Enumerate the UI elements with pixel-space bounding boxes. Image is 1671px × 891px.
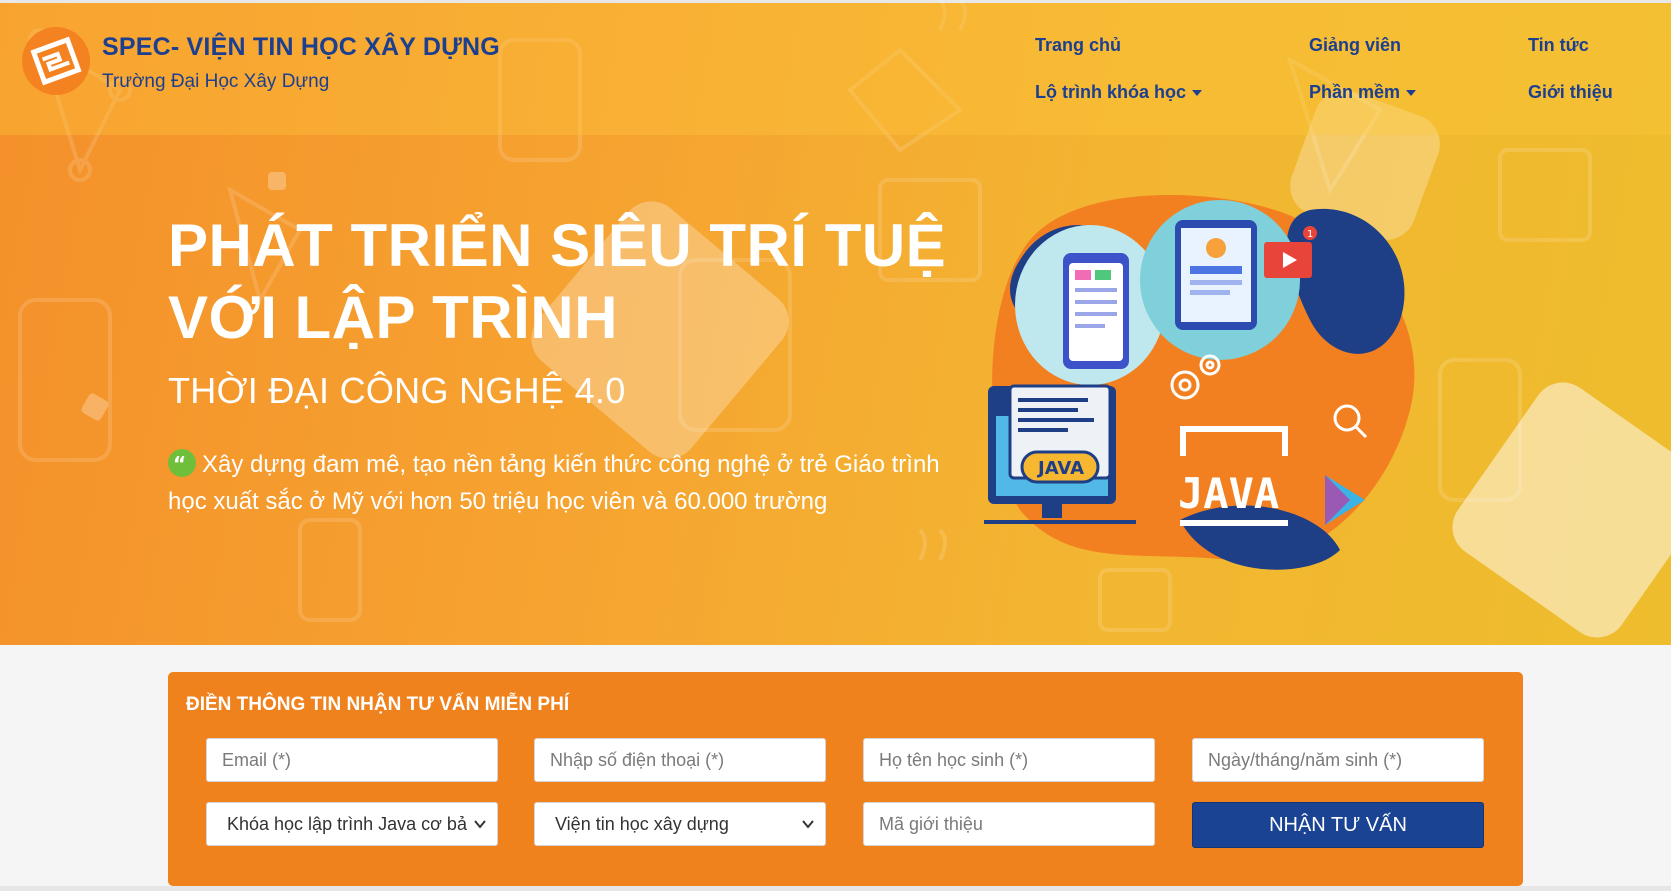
phone-field[interactable] bbox=[534, 738, 826, 782]
decor-shape-5 bbox=[268, 172, 286, 190]
course-select-value: Khóa học lập trình Java cơ bả bbox=[227, 814, 467, 834]
form-title: ĐIỀN THÔNG TIN NHẬN TƯ VẤN MIỄN PHÍ bbox=[186, 694, 570, 715]
birthdate-field[interactable] bbox=[1192, 738, 1484, 782]
coding-illustration: 1 JAVA JAVA bbox=[984, 195, 1415, 570]
nav-software-dropdown[interactable]: Phần mềm bbox=[1309, 82, 1417, 103]
submit-consultation-button[interactable]: NHẬN TƯ VẤN bbox=[1192, 802, 1484, 848]
referral-code-field[interactable] bbox=[863, 802, 1155, 846]
hero-description-text: Xây dựng đam mê, tạo nền tảng kiến thức … bbox=[168, 451, 940, 515]
hero-headline-line1: PHÁT TRIỂN SIÊU TRÍ TUỆ bbox=[168, 212, 947, 279]
nav-roadmap-dropdown[interactable]: Lộ trình khóa học bbox=[1035, 82, 1202, 103]
hero-headline-line2: VỚI LẬP TRÌNH bbox=[168, 284, 618, 351]
nav-home[interactable]: Trang chủ bbox=[1035, 35, 1121, 56]
student-name-field[interactable] bbox=[863, 738, 1155, 782]
hero-banner: SPEC- VIỆN TIN HỌC XÂY DỰNG Trường Đại H… bbox=[0, 0, 1671, 645]
logo-icon[interactable] bbox=[22, 27, 90, 95]
phone-app-icon bbox=[1063, 253, 1129, 369]
nav-teachers[interactable]: Giảng viên bbox=[1309, 35, 1401, 56]
brand-subtitle: Trường Đại Học Xây Dựng bbox=[102, 71, 330, 92]
chevron-down-icon bbox=[1406, 90, 1417, 97]
chevron-down-icon bbox=[801, 803, 815, 845]
svg-text:“: “ bbox=[173, 452, 186, 476]
nav-about[interactable]: Giới thiệu bbox=[1528, 82, 1613, 103]
email-field[interactable] bbox=[206, 738, 498, 782]
hero-headline: PHÁT TRIỂN SIÊU TRÍ TUỆ VỚI LẬP TRÌNH bbox=[168, 210, 946, 354]
illustration-java-label-2: JAVA bbox=[1178, 469, 1279, 518]
hero-description: “ Xây dựng đam mê, tạo nền tảng kiến thứ… bbox=[168, 446, 958, 520]
course-select[interactable]: Khóa học lập trình Java cơ bả bbox=[206, 802, 498, 846]
center-select[interactable]: Viện tin học xây dựng bbox=[534, 802, 826, 846]
chevron-down-icon bbox=[1192, 90, 1202, 97]
site-header: SPEC- VIỆN TIN HỌC XÂY DỰNG Trường Đại H… bbox=[0, 3, 1671, 135]
consultation-form: ĐIỀN THÔNG TIN NHẬN TƯ VẤN MIỄN PHÍ Khóa… bbox=[168, 672, 1523, 886]
nav-software-label: Phần mềm bbox=[1309, 82, 1401, 102]
bottom-border bbox=[0, 886, 1671, 891]
center-select-value: Viện tin học xây dựng bbox=[555, 814, 729, 834]
brand-title[interactable]: SPEC- VIỆN TIN HỌC XÂY DỰNG bbox=[102, 33, 500, 62]
illustration-java-label-1: JAVA bbox=[1036, 458, 1084, 479]
hero-subheadline: THỜI ĐẠI CÔNG NGHỆ 4.0 bbox=[168, 370, 626, 411]
quote-icon: “ bbox=[168, 449, 196, 477]
illustration-badge: 1 bbox=[1307, 229, 1313, 240]
chevron-down-icon bbox=[473, 803, 487, 845]
nav-roadmap-label: Lộ trình khóa học bbox=[1035, 82, 1186, 102]
nav-news[interactable]: Tin tức bbox=[1528, 35, 1589, 56]
